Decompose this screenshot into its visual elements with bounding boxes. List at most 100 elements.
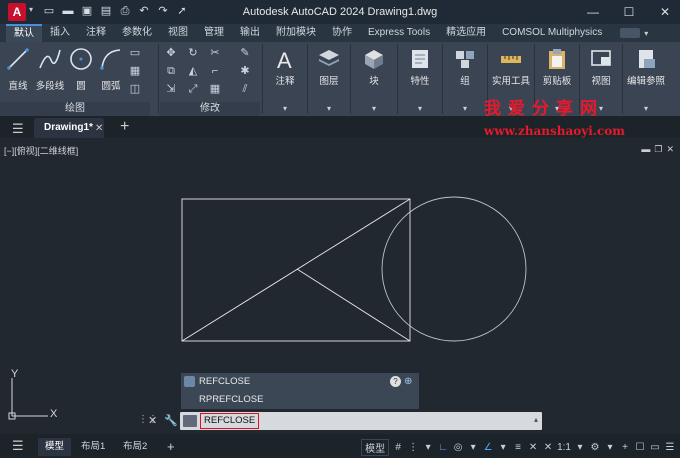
new-tab-button[interactable]: + [120, 118, 129, 136]
annotation-scale-icon[interactable]: ✕ [527, 442, 539, 453]
stretch-icon[interactable]: ⇲ [164, 82, 178, 96]
arc-button[interactable]: 圆弧 [98, 46, 124, 92]
status-toggles: 模型 # ⋮ ▾ ∟ ◎ ▾ ∠ ▾ ≡ ✕ ✕ 1:1 ▾ ⚙ ▾ + ☐ ▭… [361, 439, 676, 456]
copy-icon[interactable]: ⧉ [164, 64, 178, 78]
tab-comsol[interactable]: COMSOL Multiphysics [494, 24, 610, 42]
wrench-icon[interactable]: 🔧 [164, 414, 178, 427]
scale-icon[interactable]: ⤢ [186, 82, 200, 96]
command-prompt-icon [183, 415, 197, 427]
chevron-down-icon[interactable]: ▾ [574, 442, 586, 453]
annotation-visibility-icon[interactable]: ✕ [542, 442, 554, 453]
tab-collaborate[interactable]: 协作 [324, 24, 360, 42]
document-tab-drawing1[interactable]: Drawing1* [34, 118, 104, 138]
snap-icon[interactable]: ⋮ [407, 442, 419, 453]
tab-layout1[interactable]: 布局1 [74, 438, 112, 456]
object-snap-icon[interactable]: ∠ [482, 442, 494, 453]
offset-icon[interactable]: ⫽ [238, 82, 252, 96]
arc-icon [100, 49, 121, 70]
autocomplete-item[interactable]: REFCLOSE ? ⊕ [181, 373, 419, 391]
trim-icon[interactable]: ✂ [208, 46, 222, 60]
fillet-icon[interactable]: ⌐ [208, 64, 222, 78]
tab-view[interactable]: 视图 [160, 24, 196, 42]
explode-icon[interactable]: ✱ [238, 64, 252, 78]
command-line: ⋮⋮ ✕ 🔧 REFCLOSE ▴ [138, 410, 542, 432]
chevron-down-icon: ▾ [643, 104, 648, 113]
tab-layout2[interactable]: 布局2 [116, 438, 154, 456]
minimize-icon[interactable]: — [584, 3, 602, 21]
customize-icon[interactable]: ☰ [664, 442, 676, 453]
tab-featured-apps[interactable]: 精选应用 [438, 24, 494, 42]
tab-insert[interactable]: 插入 [42, 24, 78, 42]
mirror-icon[interactable]: ◭ [186, 64, 200, 78]
drawing-circle [381, 196, 527, 342]
layers-panel-button[interactable]: 图层 ▾ [309, 42, 349, 116]
scale-label[interactable]: 1:1 [557, 442, 571, 453]
isolate-icon[interactable]: ☐ [634, 442, 646, 453]
polar-icon[interactable]: ◎ [452, 442, 464, 453]
ribbon-tabs: 默认 插入 注释 参数化 视图 管理 输出 附加模块 协作 Express To… [0, 24, 680, 42]
properties-panel-button[interactable]: 特性 ▾ [399, 42, 441, 116]
rectangle-icon[interactable]: ▭ [128, 46, 142, 60]
ortho-icon[interactable]: ∟ [437, 442, 449, 453]
tab-model[interactable]: 模型 [38, 438, 72, 456]
properties-icon [412, 50, 428, 68]
plus-icon[interactable]: + [619, 442, 631, 453]
maximize-icon[interactable]: ☐ [620, 3, 638, 21]
search-web-icon[interactable]: ⊕ [404, 376, 415, 387]
draw-panel-title[interactable]: 绘图 [0, 102, 150, 116]
group-panel-button[interactable]: 组 ▾ [444, 42, 486, 116]
help-icon[interactable]: ? [390, 376, 401, 387]
modify-panel-title[interactable]: 修改 [160, 102, 260, 116]
tab-annotate[interactable]: 注释 [78, 24, 114, 42]
lineweight-icon[interactable]: ≡ [512, 442, 524, 453]
tab-default[interactable]: 默认 [6, 24, 42, 42]
model-space-toggle[interactable]: 模型 [361, 439, 390, 456]
ucs-y-label: Y [11, 368, 19, 380]
chevron-down-icon[interactable]: ▾ [604, 442, 616, 453]
menu-icon[interactable]: ☰ [12, 121, 24, 137]
tab-addins[interactable]: 附加模块 [268, 24, 324, 42]
tab-express-tools[interactable]: Express Tools [360, 24, 438, 42]
erase-icon[interactable]: ✎ [238, 46, 252, 60]
gradient-icon[interactable]: ◫ [128, 82, 142, 96]
rotate-icon[interactable]: ↻ [186, 46, 200, 60]
command-input[interactable]: REFCLOSE ▴ [180, 412, 542, 430]
chevron-down-icon[interactable]: ▾ [497, 442, 509, 453]
circle-button[interactable]: 圆 [68, 46, 94, 92]
tab-parametric[interactable]: 参数化 [114, 24, 160, 42]
add-layout-button[interactable]: + [160, 438, 182, 456]
gear-icon[interactable]: ⚙ [589, 442, 601, 453]
close-icon[interactable]: ✕ [95, 123, 103, 134]
block-panel-button[interactable]: 块 ▾ [352, 42, 396, 116]
grid-icon[interactable]: # [392, 442, 404, 453]
hatch-icon[interactable]: ▦ [128, 64, 142, 78]
polyline-button[interactable]: 多段线 [34, 46, 66, 92]
fullscreen-icon[interactable]: ▭ [649, 442, 661, 453]
array-icon[interactable]: ▦ [208, 82, 222, 96]
chevron-down-icon[interactable]: ▾ [422, 442, 434, 453]
tab-output[interactable]: 输出 [232, 24, 268, 42]
chevron-down-icon[interactable]: ▾ [467, 442, 479, 453]
chevron-down-icon[interactable]: ▾ [644, 29, 648, 38]
drawing-branch-line [296, 268, 411, 342]
line-button[interactable]: 直线 [4, 46, 32, 92]
edit-reference-panel-button[interactable]: 编辑参照 ▾ [624, 42, 668, 116]
close-icon[interactable]: ✕ [656, 3, 674, 21]
line-icon [7, 48, 29, 70]
group-icon [456, 51, 474, 68]
svg-text:A: A [277, 48, 292, 71]
annotation-panel-button[interactable]: A 注释 ▾ [264, 42, 306, 116]
chevron-up-icon[interactable]: ▴ [534, 415, 538, 424]
view-icon [591, 50, 611, 66]
ribbon-minimize-toggle[interactable] [620, 28, 641, 38]
tab-manage[interactable]: 管理 [196, 24, 232, 42]
window-title: Autodesk AutoCAD 2024 Drawing1.dwg [242, 6, 438, 18]
close-icon[interactable]: ✕ [148, 414, 157, 427]
command-input-value[interactable]: REFCLOSE [200, 413, 260, 429]
watermark-text: 我爱分享网 [484, 99, 604, 119]
layers-icon [319, 50, 339, 66]
menu-icon[interactable]: ☰ [12, 438, 24, 454]
chevron-down-icon: ▾ [326, 104, 331, 113]
move-icon[interactable]: ✥ [164, 46, 178, 60]
autocomplete-item[interactable]: RPREFCLOSE [181, 391, 419, 409]
